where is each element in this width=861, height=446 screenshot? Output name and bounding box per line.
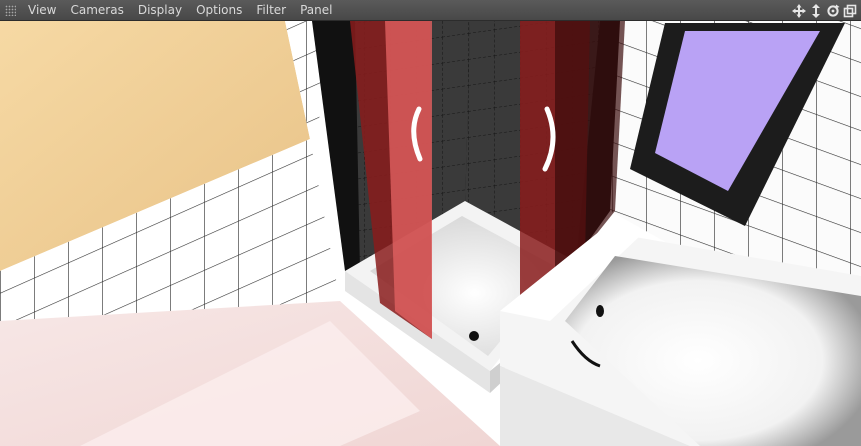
viewport-window: View Cameras Display Options Filter Pane… [0,0,861,446]
3d-viewport[interactable] [0,21,861,446]
maximize-view-icon[interactable] [843,3,857,19]
viewport-nav-icons [792,1,857,20]
menu-display[interactable]: Display [131,0,189,21]
menu-cameras[interactable]: Cameras [63,0,130,21]
menu-filter[interactable]: Filter [249,0,293,21]
move-view-icon[interactable] [792,3,806,19]
viewport-menubar: View Cameras Display Options Filter Pane… [0,0,861,21]
menu-panel[interactable]: Panel [293,0,339,21]
menu-options[interactable]: Options [189,0,249,21]
panel-grip-icon[interactable] [2,0,18,21]
rotate-view-icon[interactable] [826,3,840,19]
bathroom-scene-render [0,21,861,446]
dolly-view-icon[interactable] [809,3,823,19]
menu-view[interactable]: View [18,0,63,21]
